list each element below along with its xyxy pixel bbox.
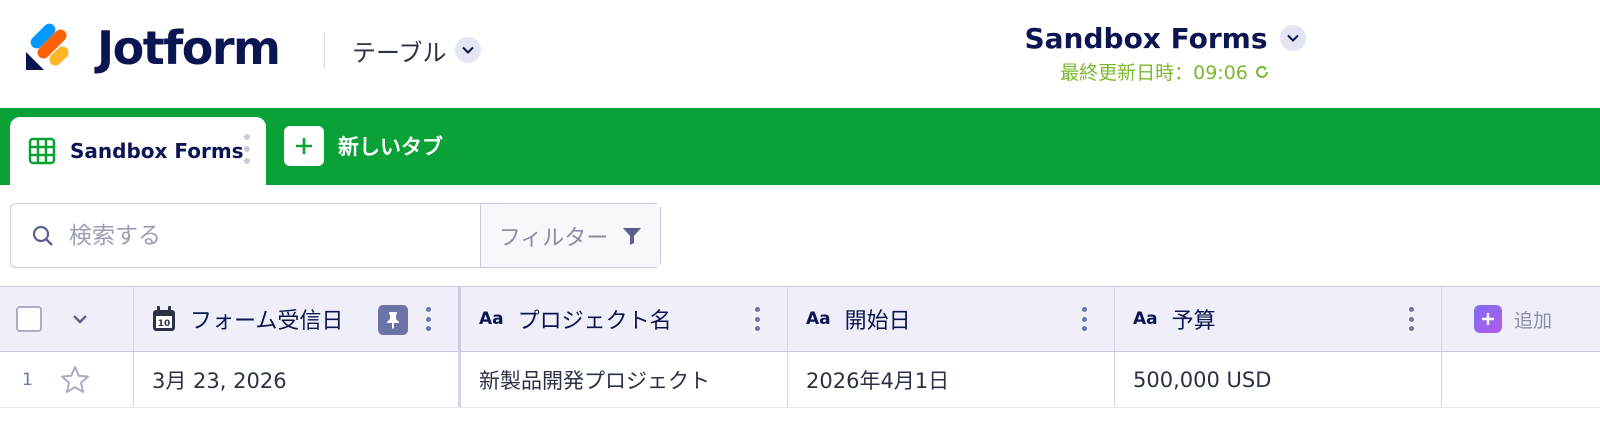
chevron-down-icon[interactable] bbox=[72, 314, 88, 324]
select-all-checkbox[interactable] bbox=[16, 306, 42, 332]
last-updated-status: 最終更新日時：09:06 bbox=[1000, 58, 1330, 85]
select-all-cell bbox=[0, 287, 134, 351]
column-label: 予算 bbox=[1171, 309, 1216, 334]
filter-button[interactable]: フィルター bbox=[481, 204, 660, 267]
view-switcher[interactable]: テーブル bbox=[352, 30, 481, 70]
cell-value: 3月 23, 2026 bbox=[152, 368, 287, 393]
column-header[interactable]: Aa 予算 bbox=[1115, 287, 1442, 351]
chevron-down-icon bbox=[454, 37, 481, 63]
cell-value: 500,000 USD bbox=[1133, 367, 1272, 392]
brand-name[interactable]: Jotform bbox=[97, 18, 281, 78]
add-column-label: 追加 bbox=[1514, 309, 1553, 332]
view-label: テーブル bbox=[352, 38, 447, 67]
table-cell[interactable]: 2026年4月1日 bbox=[788, 352, 1115, 407]
data-table: 10 フォーム受信日 Aa プロジェクト名 Aa 開始日 Aa 予算 追加 1 … bbox=[0, 286, 1600, 430]
cell-value: 新製品開発プロジェクト bbox=[479, 368, 710, 393]
new-tab-label: 新しいタブ bbox=[338, 135, 443, 159]
add-column-button[interactable]: 追加 bbox=[1474, 305, 1552, 333]
search-filter-bar: フィルター bbox=[10, 203, 661, 268]
jotform-logo-icon[interactable] bbox=[26, 20, 72, 72]
page-title: Sandbox Forms bbox=[1024, 21, 1268, 55]
svg-text:10: 10 bbox=[158, 319, 171, 329]
column-label: フォーム受信日 bbox=[190, 309, 344, 334]
pin-icon[interactable] bbox=[378, 305, 408, 335]
star-icon[interactable] bbox=[60, 365, 90, 395]
filter-label: フィルター bbox=[498, 225, 609, 251]
title-row[interactable]: Sandbox Forms bbox=[1000, 20, 1330, 56]
text-type-icon: Aa bbox=[1133, 309, 1158, 329]
row-index-cell: 1 bbox=[0, 352, 134, 407]
table-cell[interactable]: 3月 23, 2026 bbox=[134, 352, 461, 407]
filter-funnel-icon bbox=[623, 227, 642, 245]
text-type-icon: Aa bbox=[479, 309, 504, 329]
table-header-row: 10 フォーム受信日 Aa プロジェクト名 Aa 開始日 Aa 予算 追加 bbox=[0, 286, 1600, 352]
tab-bar: Sandbox Forms 新しいタブ bbox=[0, 108, 1600, 185]
plus-icon bbox=[284, 126, 324, 166]
drag-handle-icon[interactable] bbox=[244, 134, 250, 164]
column-menu-icon[interactable] bbox=[1082, 307, 1088, 331]
new-tab-button[interactable]: 新しいタブ bbox=[284, 125, 443, 167]
tab-sandbox-forms[interactable]: Sandbox Forms bbox=[10, 117, 266, 185]
column-header[interactable]: Aa 開始日 bbox=[788, 287, 1115, 351]
add-column-cell: 追加 bbox=[1442, 287, 1600, 351]
search-field[interactable] bbox=[11, 204, 481, 267]
app-header: Jotform テーブル Sandbox Forms 最終更新日時：09:06 bbox=[0, 0, 1600, 108]
last-updated-text: 最終更新日時：09:06 bbox=[1060, 62, 1248, 84]
column-menu-icon[interactable] bbox=[755, 307, 761, 331]
column-header[interactable]: Aa プロジェクト名 bbox=[461, 287, 788, 351]
column-menu-icon[interactable] bbox=[426, 307, 432, 331]
table-cell[interactable]: 500,000 USD bbox=[1115, 352, 1442, 407]
table-cell[interactable]: 新製品開発プロジェクト bbox=[461, 352, 788, 407]
column-header[interactable]: 10 フォーム受信日 bbox=[134, 287, 461, 351]
column-menu-icon[interactable] bbox=[1409, 307, 1415, 331]
calendar-icon: 10 bbox=[153, 306, 175, 331]
chevron-down-icon[interactable] bbox=[1279, 25, 1306, 51]
search-icon bbox=[32, 225, 53, 246]
title-block: Sandbox Forms 最終更新日時：09:06 bbox=[1000, 20, 1330, 85]
table-grid-icon bbox=[28, 137, 56, 165]
text-type-icon: Aa bbox=[806, 309, 831, 329]
header-divider bbox=[324, 32, 325, 68]
empty-cell bbox=[1442, 352, 1600, 407]
tab-label: Sandbox Forms bbox=[70, 139, 244, 163]
cell-value: 2026年4月1日 bbox=[806, 368, 950, 393]
table-row[interactable]: 1 3月 23, 2026 新製品開発プロジェクト 2026年4月1日 500,… bbox=[0, 352, 1600, 408]
search-input[interactable] bbox=[69, 222, 449, 249]
refresh-icon[interactable] bbox=[1254, 64, 1270, 80]
plus-icon bbox=[1474, 305, 1502, 333]
column-label: 開始日 bbox=[844, 309, 911, 334]
column-label: プロジェクト名 bbox=[517, 309, 672, 334]
row-number: 1 bbox=[22, 369, 33, 390]
